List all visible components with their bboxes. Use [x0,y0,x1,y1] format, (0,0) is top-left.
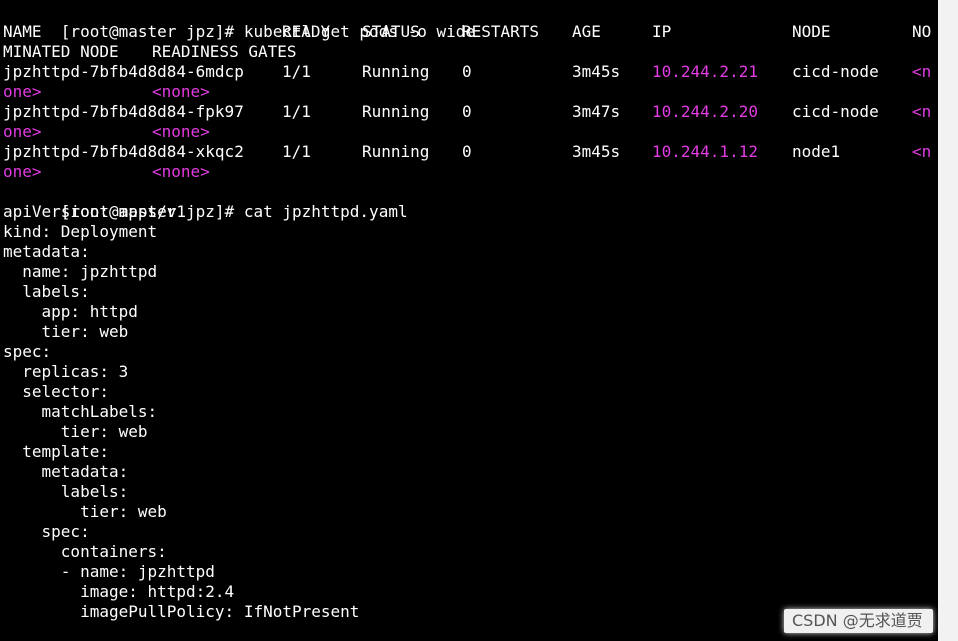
yaml-line: metadata: [3,462,129,481]
command-line-get-pods: [root@master jpz]# kubectl get pods -o w… [3,2,938,41]
pod-name: jpzhttpd-7bfb4d8d84-fpk97 [3,102,244,121]
pod-status: Running [362,142,430,161]
pod-age: 3m45s [572,62,621,81]
header-readiness-gates: READINESS GATES [152,42,297,61]
yaml-line: replicas: 3 [3,362,129,381]
yaml-line: labels: [3,482,129,501]
pod-status: Running [362,102,430,121]
pod-row: jpzhttpd-7bfb4d8d84-fpk97 1/1 Running 0 … [3,102,938,122]
pod-nominated-end: one> [3,122,42,141]
pod-ip: 10.244.1.12 [652,142,758,161]
header-age: AGE [572,22,601,41]
pod-nominated-start: <n [912,142,932,161]
yaml-line: template: [3,442,109,461]
yaml-line: labels: [3,282,90,301]
pod-name: jpzhttpd-7bfb4d8d84-xkqc2 [3,142,244,161]
pod-readiness-gates: <none> [152,82,210,101]
pod-readiness-gates: <none> [152,162,210,181]
pod-node: cicd-node [792,102,879,121]
pod-nominated-start: <n [912,62,932,81]
pod-age: 3m47s [572,102,621,121]
pod-restarts: 0 [462,142,472,161]
yaml-line: matchLabels: [3,402,158,421]
header-ready: READY [282,22,331,41]
pod-nominated-start: <n [912,102,932,121]
header-name: NAME [3,22,42,41]
pod-ip: 10.244.2.21 [652,62,758,81]
pods-header-wrap-row: MINATED NODE READINESS GATES [3,42,938,62]
yaml-line: tier: web [3,502,167,521]
terminal-window[interactable]: [root@master jpz]# kubectl get pods -o w… [0,0,938,641]
yaml-line: - name: jpzhttpd [3,562,215,581]
pod-ip: 10.244.2.20 [652,102,758,121]
terminal-content: [root@master jpz]# kubectl get pods -o w… [3,2,938,641]
yaml-line: apiVersion: apps/v1 [3,202,187,221]
yaml-line: spec: [3,522,90,541]
pod-restarts: 0 [462,102,472,121]
pod-nominated-end: one> [3,82,42,101]
yaml-line: kind: Deployment [3,222,158,241]
pod-node: cicd-node [792,62,879,81]
pod-restarts: 0 [462,62,472,81]
pod-row: jpzhttpd-7bfb4d8d84-6mdcp 1/1 Running 0 … [3,62,938,82]
pod-ready: 1/1 [282,62,311,81]
yaml-line: spec: [3,342,52,361]
yaml-line: app: httpd [3,302,138,321]
yaml-line: selector: [3,382,109,401]
header-nominated-start: NO [912,22,932,41]
header-ip: IP [652,22,672,41]
command-line-cat-yaml: [root@master jpz]# cat jpzhttpd.yaml [3,182,938,221]
pod-ready: 1/1 [282,102,311,121]
yaml-line: image: httpd:2.4 [3,582,235,601]
pod-age: 3m45s [572,142,621,161]
pod-row-wrap: one> <none> [3,122,938,142]
pod-status: Running [362,62,430,81]
watermark-text: CSDN @无求道贾 [792,611,923,630]
csdn-watermark: CSDN @无求道贾 [784,609,933,633]
yaml-line: name: jpzhttpd [3,262,158,281]
pod-nominated-end: one> [3,162,42,181]
right-gutter [938,0,958,641]
pod-name: jpzhttpd-7bfb4d8d84-6mdcp [3,62,244,81]
pod-readiness-gates: <none> [152,122,210,141]
yaml-line: metadata: [3,242,90,261]
pod-row: jpzhttpd-7bfb4d8d84-xkqc2 1/1 Running 0 … [3,142,938,162]
header-restarts: RESTARTS [462,22,540,41]
yaml-line: containers: [3,542,167,561]
yaml-line: tier: web [3,422,148,441]
header-nominated-node: MINATED NODE [3,42,119,61]
header-status: STATUS [362,22,420,41]
pod-ready: 1/1 [282,142,311,161]
pod-row-wrap: one> <none> [3,162,938,182]
pod-row-wrap: one> <none> [3,82,938,102]
pods-header-row: NAME READY STATUS RESTARTS AGE IP NODE N… [3,22,938,42]
header-node: NODE [792,22,831,41]
yaml-line: tier: web [3,322,129,341]
pod-node: node1 [792,142,841,161]
